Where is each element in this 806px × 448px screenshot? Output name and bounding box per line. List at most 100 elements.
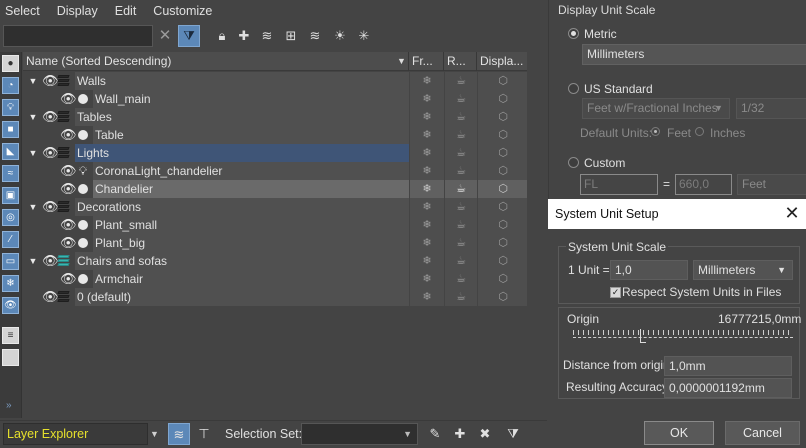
custom-units-dropdown[interactable]: Feet xyxy=(737,174,806,195)
filter-icon[interactable]: ⧩ xyxy=(178,25,200,47)
freeze-icon[interactable]: ❄ xyxy=(418,234,436,252)
tree-row[interactable]: 👁︎ Plant_small ❄ ☕︎ ⬡ xyxy=(23,216,527,234)
bones-filter-icon[interactable]: ⁄ xyxy=(2,231,19,248)
display-box-icon[interactable]: ⬡ xyxy=(494,234,512,252)
render-teapot-icon[interactable]: ☕︎ xyxy=(452,198,470,216)
custom-radio[interactable] xyxy=(568,157,579,168)
hidden-filter-icon[interactable]: 👁︎ xyxy=(2,297,19,314)
tree-row[interactable]: ▼ 👁︎ Decorations ❄ ☕︎ ⬡ xyxy=(23,198,527,216)
tree-row[interactable]: ▼ 👁︎ Walls ❄ ☕︎ ⬡ xyxy=(23,72,527,90)
shapes-filter-icon[interactable]: ◔ xyxy=(2,77,19,94)
col-header-display[interactable]: Displa... xyxy=(477,52,527,71)
freeze-icon[interactable]: ❄ xyxy=(418,270,436,288)
visibility-eye-icon[interactable]: 👁︎ xyxy=(42,198,59,216)
sort-by-layer-icon[interactable]: ≋ xyxy=(168,423,190,445)
render-teapot-icon[interactable]: ☕︎ xyxy=(452,252,470,270)
display-all-icon[interactable]: ≡ xyxy=(2,327,19,344)
hierarchy-icon[interactable]: ⊞ xyxy=(281,25,301,47)
tree-row[interactable]: 👁︎ Wall_main ❄ ☕︎ ⬡ xyxy=(23,90,527,108)
unit-value-input[interactable]: 1,0 xyxy=(610,260,688,280)
render-teapot-icon[interactable]: ☕︎ xyxy=(452,144,470,162)
sort-by-hierarchy-icon[interactable]: ⊤ xyxy=(193,423,215,445)
lights-filter-icon[interactable]: 💡︎ xyxy=(2,99,19,116)
groups-filter-icon[interactable]: ▣ xyxy=(2,187,19,204)
render-teapot-icon[interactable]: ☕︎ xyxy=(452,234,470,252)
custom-name-field[interactable]: FL xyxy=(580,174,658,195)
settings-layer-icon[interactable]: ✳ xyxy=(354,25,374,47)
render-teapot-icon[interactable]: ☕︎ xyxy=(452,126,470,144)
xrefs-filter-icon[interactable]: ◎ xyxy=(2,209,19,226)
display-box-icon[interactable]: ⬡ xyxy=(494,90,512,108)
display-box-icon[interactable]: ⬡ xyxy=(494,288,512,306)
visibility-eye-icon[interactable]: 👁︎ xyxy=(42,288,59,306)
visibility-eye-icon[interactable]: 👁︎ xyxy=(42,108,59,126)
menu-select[interactable]: Select xyxy=(5,4,40,18)
geometry-filter-icon[interactable]: ● xyxy=(2,55,19,72)
render-teapot-icon[interactable]: ☕︎ xyxy=(452,216,470,234)
visibility-eye-icon[interactable]: 👁︎ xyxy=(60,90,77,108)
col-header-render[interactable]: R... xyxy=(444,52,477,71)
visibility-eye-icon[interactable]: 👁︎ xyxy=(42,72,59,90)
tree-row[interactable]: ▼ 👁︎ Tables ❄ ☕︎ ⬡ xyxy=(23,108,527,126)
metric-units-dropdown[interactable]: Millimeters xyxy=(582,44,806,65)
collapse-arrow-icon[interactable]: ▼ xyxy=(27,72,39,90)
layers-icon[interactable]: ≋ xyxy=(305,25,325,47)
tree-row[interactable]: 👁︎ 0 (default) ❄ ☕︎ ⬡ xyxy=(23,288,527,306)
explorer-selector[interactable]: Layer Explorer xyxy=(3,423,148,445)
visibility-eye-icon[interactable]: 👁︎ xyxy=(42,252,59,270)
distance-input[interactable]: 1,0mm xyxy=(664,356,792,376)
remove-selection-set-icon[interactable]: ✖ xyxy=(474,423,496,445)
visibility-eye-icon[interactable]: 👁︎ xyxy=(60,216,77,234)
display-box-icon[interactable]: ⬡ xyxy=(494,108,512,126)
collapse-arrow-icon[interactable]: ▼ xyxy=(27,108,39,126)
col-header-frozen[interactable]: Fr... xyxy=(409,52,444,71)
freeze-icon[interactable]: ❄ xyxy=(418,180,436,198)
more-icon[interactable]: » xyxy=(6,400,12,411)
add-selection-set-icon[interactable]: ✚ xyxy=(449,423,471,445)
menu-display[interactable]: Display xyxy=(57,4,98,18)
visibility-eye-icon[interactable]: 👁︎ xyxy=(60,126,77,144)
respect-units-checkbox[interactable]: ✓ xyxy=(610,287,621,298)
clear-search-icon[interactable]: ✕ xyxy=(157,25,173,47)
origin-slider[interactable] xyxy=(573,337,793,338)
display-box-icon[interactable]: ⬡ xyxy=(494,198,512,216)
render-teapot-icon[interactable]: ☕︎ xyxy=(452,108,470,126)
display-box-icon[interactable]: ⬡ xyxy=(494,126,512,144)
collapse-arrow-icon[interactable]: ▼ xyxy=(27,144,39,162)
render-teapot-icon[interactable]: ☕︎ xyxy=(452,72,470,90)
freeze-icon[interactable]: ❄ xyxy=(418,198,436,216)
inches-radio[interactable] xyxy=(695,127,704,136)
chevron-down-icon[interactable]: ▼ xyxy=(150,424,162,444)
us-standard-radio[interactable] xyxy=(568,83,579,94)
tree-row[interactable]: 👁︎ Chandelier ❄ ☕︎ ⬡ xyxy=(23,180,527,198)
freeze-icon[interactable]: ❄ xyxy=(418,108,436,126)
helpers-filter-icon[interactable]: ◣ xyxy=(2,143,19,160)
freeze-icon[interactable]: ❄ xyxy=(418,162,436,180)
containers-filter-icon[interactable]: ▭ xyxy=(2,253,19,270)
display-box-icon[interactable]: ⬡ xyxy=(494,180,512,198)
display-box-icon[interactable]: ⬡ xyxy=(494,270,512,288)
freeze-icon[interactable]: ❄ xyxy=(418,72,436,90)
tree-row[interactable]: 👁︎ Armchair ❄ ☕︎ ⬡ xyxy=(23,270,527,288)
selection-set-dropdown[interactable]: ▼ xyxy=(301,423,418,445)
close-icon[interactable]: ✕ xyxy=(782,199,802,229)
layer-stack-icon[interactable]: ≋ xyxy=(257,25,277,47)
us-units-dropdown[interactable]: Feet w/Fractional Inches ▼ xyxy=(582,98,730,119)
tree-row[interactable]: ▼ 👁︎ Chairs and sofas ❄ ☕︎ ⬡ xyxy=(23,252,527,270)
tree-row[interactable]: 👁︎ Plant_big ❄ ☕︎ ⬡ xyxy=(23,234,527,252)
freeze-icon[interactable]: ❄ xyxy=(418,216,436,234)
display-box-icon[interactable]: ⬡ xyxy=(494,216,512,234)
lock-icon[interactable]: 🔒︎ xyxy=(212,25,232,47)
slider-thumb[interactable] xyxy=(640,329,646,343)
tree-row[interactable]: 👁︎ Table ❄ ☕︎ ⬡ xyxy=(23,126,527,144)
display-box-icon[interactable]: ⬡ xyxy=(494,144,512,162)
metric-radio[interactable] xyxy=(568,28,579,39)
feet-radio[interactable] xyxy=(651,127,660,136)
us-fraction-dropdown[interactable]: 1/32 xyxy=(736,98,806,119)
visibility-eye-icon[interactable]: 👁︎ xyxy=(42,144,59,162)
filter-icon[interactable]: ⧩ xyxy=(502,423,524,445)
freeze-icon[interactable]: ❄ xyxy=(418,90,436,108)
freeze-icon[interactable]: ❄ xyxy=(418,252,436,270)
collapse-arrow-icon[interactable]: ▼ xyxy=(27,252,39,270)
frozen-filter-icon[interactable]: ❄ xyxy=(2,275,19,292)
